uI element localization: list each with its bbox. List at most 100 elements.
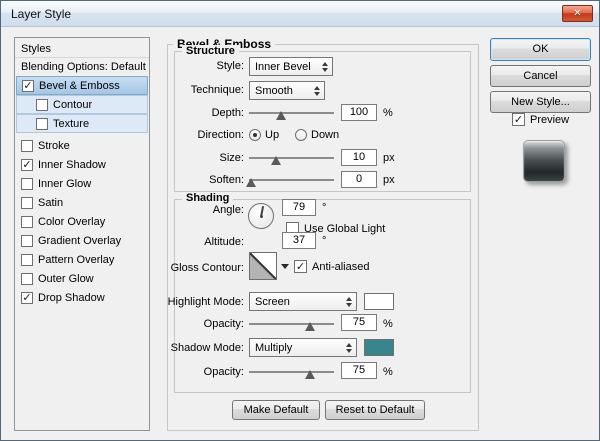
direction-down-radio[interactable] <box>295 129 307 141</box>
styles-panel: Styles Blending Options: Default ✓ Bevel… <box>14 37 150 431</box>
soften-slider[interactable] <box>245 178 334 187</box>
style-preview-thumbnail <box>523 140 565 182</box>
checkbox-icon[interactable]: ✓ <box>21 291 33 304</box>
shadow-mode-select[interactable]: Multiply <box>249 338 357 357</box>
styles-panel-header: Styles <box>15 40 149 58</box>
highlight-opacity-slider[interactable] <box>249 322 334 331</box>
angle-label: Angle: <box>212 204 244 216</box>
technique-select[interactable]: Smooth <box>249 81 325 100</box>
cancel-button[interactable]: Cancel <box>490 65 591 87</box>
depth-slider[interactable] <box>249 111 334 120</box>
size-label: Size: <box>219 152 244 164</box>
depth-input[interactable]: 100 <box>341 104 377 121</box>
combo-arrows-icon <box>346 342 352 353</box>
gloss-contour-picker[interactable] <box>249 252 277 280</box>
style-label: Style: <box>216 60 244 72</box>
new-style-button[interactable]: New Style... <box>490 91 591 113</box>
checkbox-icon[interactable] <box>21 177 33 190</box>
anti-aliased-checkbox[interactable]: ✓ <box>294 260 307 273</box>
anti-aliased-label: Anti-aliased <box>312 261 370 273</box>
slider-thumb[interactable] <box>305 322 316 331</box>
style-row-satin[interactable]: Satin <box>16 193 148 212</box>
shadow-mode-label: Shadow Mode: <box>170 342 244 354</box>
direction-label: Direction: <box>197 129 244 141</box>
soften-label: Soften: <box>209 174 244 186</box>
checkbox-icon[interactable]: ✓ <box>21 158 33 171</box>
slider-thumb[interactable] <box>305 370 316 379</box>
checkbox-icon[interactable] <box>21 196 33 209</box>
checkbox-icon[interactable]: ✓ <box>22 79 34 92</box>
highlight-mode-select[interactable]: Screen <box>249 292 357 311</box>
style-row-label: Color Overlay <box>38 215 106 228</box>
checkbox-icon[interactable] <box>21 272 33 285</box>
style-row-inner-shadow[interactable]: ✓ Inner Shadow <box>16 155 148 174</box>
combo-arrows-icon <box>346 296 352 307</box>
style-row-drop-shadow[interactable]: ✓ Drop Shadow <box>16 288 148 307</box>
soften-input[interactable]: 0 <box>341 171 377 188</box>
altitude-label: Altitude: <box>204 236 244 248</box>
shading-group-title: Shading <box>182 192 234 204</box>
checkbox-icon[interactable] <box>21 253 33 266</box>
style-row-inner-glow[interactable]: Inner Glow <box>16 174 148 193</box>
altitude-unit: ° <box>322 235 327 247</box>
style-row-color-overlay[interactable]: Color Overlay <box>16 212 148 231</box>
layer-style-dialog: Layer Style ✕ Styles Blending Options: D… <box>0 0 600 441</box>
checkbox-icon[interactable] <box>36 117 48 130</box>
direction-up-label: Up <box>265 129 280 141</box>
size-slider[interactable] <box>249 156 334 165</box>
style-row-bevel-emboss[interactable]: ✓ Bevel & Emboss <box>16 76 148 95</box>
altitude-input[interactable]: 37 <box>282 232 316 249</box>
style-row-stroke[interactable]: Stroke <box>16 136 148 155</box>
highlight-opacity-label: Opacity: <box>203 318 244 330</box>
shadow-opacity-label: Opacity: <box>203 366 244 378</box>
reset-to-default-button[interactable]: Reset to Default <box>325 400 425 420</box>
ok-button[interactable]: OK <box>490 38 591 61</box>
style-row-label: Texture <box>53 117 90 130</box>
angle-dial[interactable] <box>248 203 274 229</box>
shadow-mode-value: Multiply <box>255 341 293 354</box>
slider-thumb[interactable] <box>245 178 256 187</box>
direction-up-radio[interactable] <box>249 129 261 141</box>
style-row-pattern-overlay[interactable]: Pattern Overlay <box>16 250 148 269</box>
window-title: Layer Style <box>11 7 72 21</box>
style-row-contour[interactable]: Contour <box>16 95 148 114</box>
slider-thumb[interactable] <box>276 111 287 120</box>
style-row-label: Contour <box>53 98 93 111</box>
style-select[interactable]: Inner Bevel <box>249 57 333 76</box>
shadow-color-swatch[interactable] <box>364 339 394 356</box>
title-bar[interactable]: Layer Style ✕ <box>1 1 599 27</box>
angle-input[interactable]: 79 <box>282 199 316 216</box>
shadow-opacity-input[interactable]: 75 <box>341 362 377 379</box>
style-row-gradient-overlay[interactable]: Gradient Overlay <box>16 231 148 250</box>
style-row-label: Gradient Overlay <box>38 234 122 247</box>
checkbox-icon[interactable] <box>21 215 33 228</box>
preview-checkbox[interactable]: ✓ <box>512 113 525 126</box>
close-icon[interactable]: ✕ <box>562 5 593 22</box>
style-row-label: Outer Glow <box>38 272 94 285</box>
size-unit: px <box>383 152 395 164</box>
technique-label: Technique: <box>190 84 244 96</box>
style-row-outer-glow[interactable]: Outer Glow <box>16 269 148 288</box>
shadow-opacity-unit: % <box>383 366 393 378</box>
technique-select-value: Smooth <box>255 84 293 97</box>
blending-options-item[interactable]: Blending Options: Default <box>15 58 149 76</box>
highlight-color-swatch[interactable] <box>364 293 394 310</box>
style-row-label: Bevel & Emboss <box>39 79 120 92</box>
size-input[interactable]: 10 <box>341 149 377 166</box>
style-row-label: Drop Shadow <box>38 291 105 304</box>
checkbox-icon[interactable] <box>21 234 33 247</box>
depth-label: Depth: <box>211 107 244 119</box>
contour-dropdown-arrow-icon[interactable] <box>281 264 289 269</box>
depth-unit: % <box>383 107 393 119</box>
make-default-button[interactable]: Make Default <box>232 400 320 420</box>
highlight-opacity-input[interactable]: 75 <box>341 314 377 331</box>
checkbox-icon[interactable] <box>21 139 33 152</box>
gloss-contour-label: Gloss Contour: <box>170 262 244 274</box>
angle-hub <box>260 215 263 218</box>
style-row-texture[interactable]: Texture <box>16 114 148 133</box>
preview-label: Preview <box>530 114 570 126</box>
shadow-opacity-slider[interactable] <box>249 370 334 379</box>
highlight-mode-value: Screen <box>255 295 290 308</box>
checkbox-icon[interactable] <box>36 98 48 111</box>
slider-thumb[interactable] <box>271 156 282 165</box>
